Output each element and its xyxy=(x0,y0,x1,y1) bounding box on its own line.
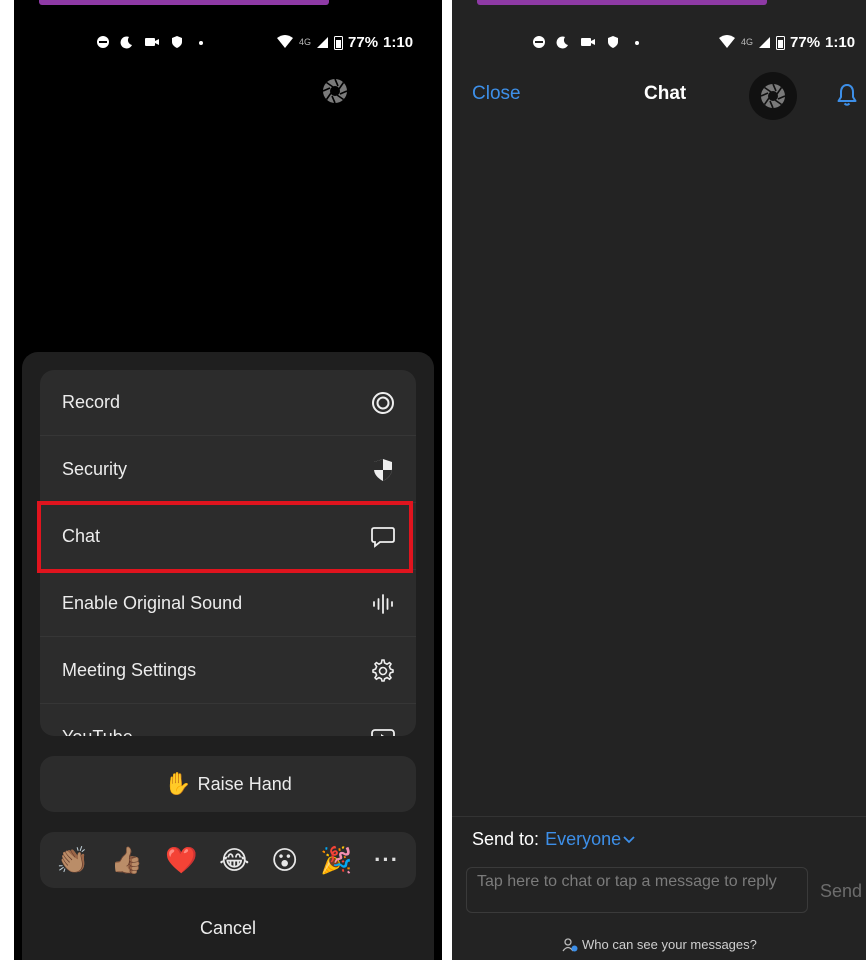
chat-bubble-icon xyxy=(370,524,396,550)
battery-icon xyxy=(776,35,786,50)
send-to-row: Send to: Everyone xyxy=(472,829,635,850)
menu-item-label: Chat xyxy=(62,526,101,546)
camera-switch-icon xyxy=(760,83,786,109)
menu-item-label: Meeting Settings xyxy=(62,660,197,680)
cancel-button[interactable]: Cancel xyxy=(22,912,434,944)
raised-hand-icon: ✋ xyxy=(164,771,192,796)
camera-switch-icon xyxy=(322,78,348,104)
tada-reaction[interactable]: 🎉 xyxy=(320,847,352,873)
shield-small-icon xyxy=(608,36,618,48)
system-status: 4G 77% 1:10 xyxy=(276,30,413,54)
top-accent-strip xyxy=(477,0,767,5)
signal-icon xyxy=(759,37,771,48)
menu-item-meeting-settings[interactable]: Meeting Settings xyxy=(40,638,416,704)
menu-item-label: YouTube xyxy=(62,727,133,736)
sound-wave-icon xyxy=(370,591,396,617)
do-not-disturb-icon xyxy=(97,36,109,48)
person-info-icon xyxy=(562,937,578,951)
menu-item-label: Enable Original Sound xyxy=(62,593,243,613)
gear-icon xyxy=(370,658,396,684)
reactions-bar: 👏🏽 👍🏽 ❤️ 😂 😮 🎉 ··· xyxy=(40,832,416,888)
battery-icon xyxy=(334,35,344,50)
chat-input[interactable]: Tap here to chat or tap a message to rep… xyxy=(466,867,808,913)
surprised-reaction[interactable]: 😮 xyxy=(271,847,298,873)
menu-item-security[interactable]: Security xyxy=(40,437,416,503)
options-menu: Record Security Chat Enable Original Sou… xyxy=(40,370,416,736)
heart-reaction[interactable]: ❤️ xyxy=(165,847,197,873)
wifi-icon xyxy=(277,35,293,48)
dot-icon xyxy=(635,41,639,45)
clap-reaction[interactable]: 👏🏽 xyxy=(57,847,89,873)
shield-small-icon xyxy=(172,36,182,48)
battery-percent: 77% xyxy=(790,33,821,51)
bell-icon[interactable] xyxy=(834,82,860,108)
send-button[interactable]: Send xyxy=(820,881,862,902)
chevron-down-icon xyxy=(623,835,635,843)
more-reactions-button[interactable]: ··· xyxy=(374,847,399,873)
thumbs-up-reaction[interactable]: 👍🏽 xyxy=(111,847,143,873)
chat-composer: Send to: Everyone Tap here to chat or ta… xyxy=(452,816,866,960)
do-not-disturb-icon xyxy=(533,36,545,48)
battery-percent: 77% xyxy=(348,33,379,51)
menu-item-label: Security xyxy=(62,459,128,479)
joy-reaction[interactable]: 😂 xyxy=(219,847,249,873)
record-icon xyxy=(370,390,396,416)
raise-hand-button[interactable]: ✋ Raise Hand xyxy=(40,756,416,812)
switch-camera-button[interactable] xyxy=(749,72,797,120)
clock: 1:10 xyxy=(383,33,414,51)
recipient-value: Everyone xyxy=(545,829,622,849)
signal-icon xyxy=(317,37,329,48)
menu-item-label: Record xyxy=(62,392,121,412)
network-type: 4G xyxy=(299,37,312,47)
video-camera-icon xyxy=(581,38,595,46)
page-title: Chat xyxy=(644,83,687,104)
status-bar: 4G 77% 1:10 xyxy=(452,30,866,54)
meeting-more-menu-screen: 4G 77% 1:10 Record Security Chat Enable … xyxy=(14,0,442,960)
clock: 1:10 xyxy=(825,33,856,51)
wifi-icon xyxy=(719,35,735,48)
status-bar: 4G 77% 1:10 xyxy=(14,30,442,54)
network-type: 4G xyxy=(741,37,754,47)
notification-icons xyxy=(96,30,208,54)
privacy-link[interactable]: Who can see your messages? xyxy=(562,937,757,952)
dot-icon xyxy=(199,41,203,45)
menu-item-original-sound[interactable]: Enable Original Sound xyxy=(40,571,416,637)
close-button[interactable]: Close xyxy=(472,83,521,105)
menu-item-chat[interactable]: Chat xyxy=(40,504,416,570)
more-options-sheet: Record Security Chat Enable Original Sou… xyxy=(22,352,434,960)
raise-hand-label: Raise Hand xyxy=(197,773,292,794)
moon-icon xyxy=(120,36,132,49)
switch-camera-button[interactable] xyxy=(320,76,350,106)
video-camera-icon xyxy=(145,38,159,46)
notification-icons xyxy=(532,30,644,54)
youtube-icon xyxy=(370,725,396,736)
top-accent-strip xyxy=(39,0,329,5)
privacy-link-label: Who can see your messages? xyxy=(582,937,757,952)
menu-item-record[interactable]: Record xyxy=(40,370,416,436)
shield-icon xyxy=(370,457,396,483)
moon-icon xyxy=(556,36,568,49)
send-to-label: Send to: xyxy=(472,829,540,849)
system-status: 4G 77% 1:10 xyxy=(718,30,855,54)
chat-screen: 4G 77% 1:10 Close Chat Send to: Everyone xyxy=(452,0,866,960)
chat-header: Close Chat xyxy=(452,70,866,120)
recipient-selector[interactable]: Everyone xyxy=(545,829,635,850)
menu-item-youtube[interactable]: YouTube xyxy=(40,705,416,736)
